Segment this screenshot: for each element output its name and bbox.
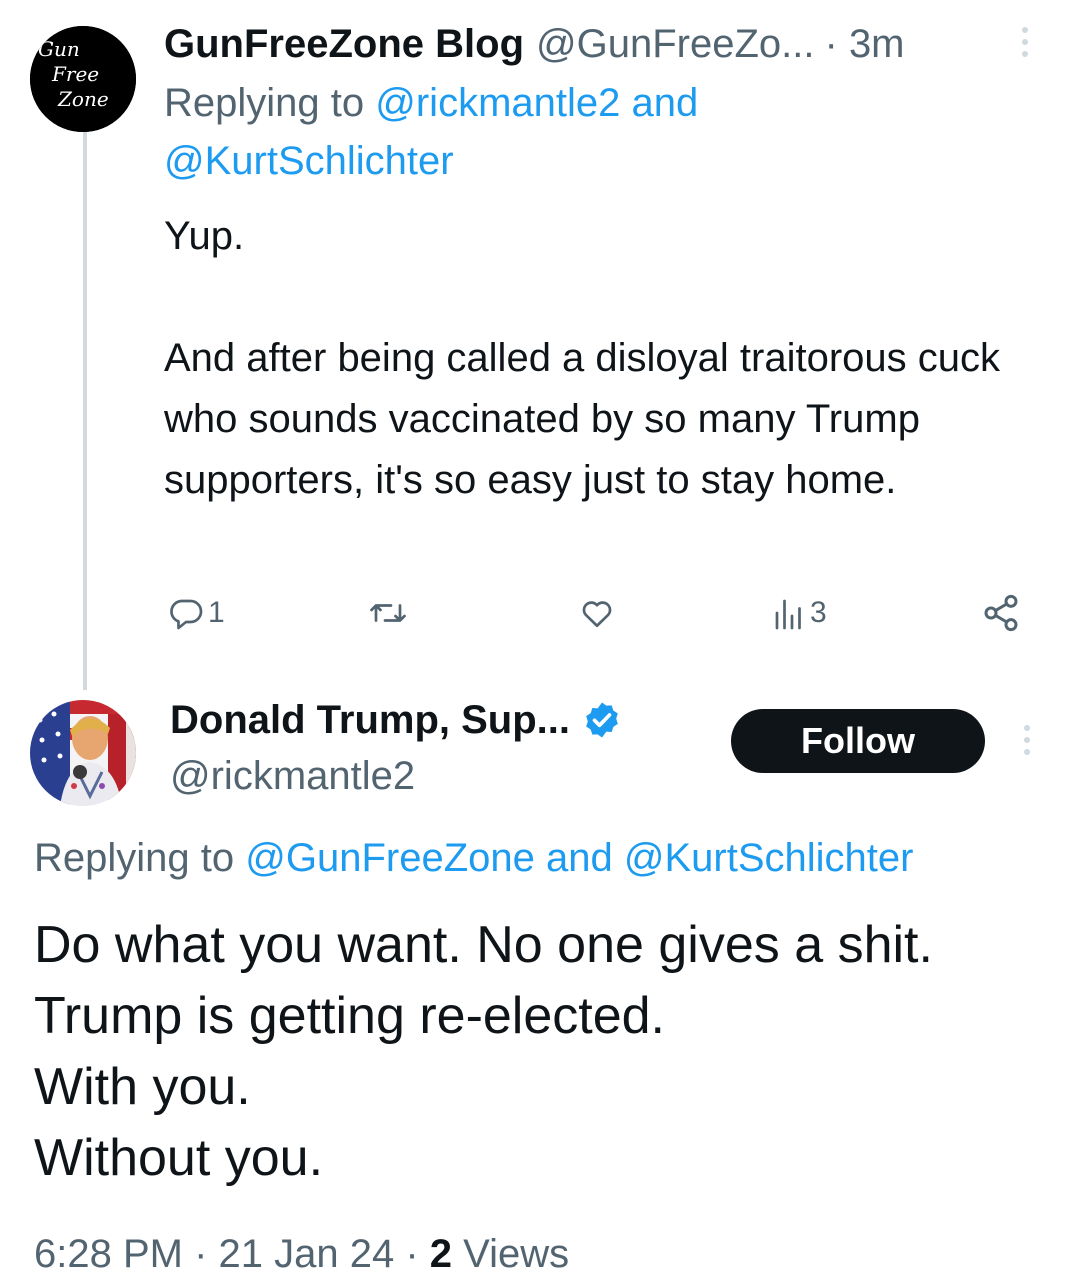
- author-handle[interactable]: @rickmantle2: [170, 748, 415, 804]
- tweet2-line-1: Do what you want. No one gives a shit.: [34, 916, 933, 974]
- author-handle[interactable]: @GunFreeZo...: [536, 22, 814, 67]
- follow-button[interactable]: Follow: [731, 709, 985, 773]
- author-name[interactable]: Donald Trump, Sup...: [170, 698, 570, 743]
- views-icon: [775, 599, 801, 630]
- avatar-rickmantle2[interactable]: [30, 700, 136, 806]
- replying-to: Replying to @rickmantle2 and @KurtSchlic…: [164, 74, 1034, 190]
- separator-dot: ·: [824, 21, 838, 66]
- tweet2-name-row: Donald Trump, Sup...: [170, 690, 622, 750]
- replying-to-label: Replying to: [164, 81, 365, 125]
- tweet2-line-3: With you.: [34, 1058, 251, 1116]
- tweet1-text: Yup. And after being called a disloyal t…: [164, 206, 1054, 511]
- more-icon[interactable]: [1014, 22, 1036, 62]
- tweet2-text: Do what you want. No one gives a shit. T…: [34, 910, 1064, 1194]
- reply-button[interactable]: 1: [168, 590, 225, 636]
- post-time[interactable]: 6:28 PM: [34, 1232, 183, 1276]
- mention-kurtschlichter[interactable]: @KurtSchlichter: [624, 836, 914, 880]
- tweet1-line-1: Yup.: [164, 214, 245, 258]
- views-count: 2: [429, 1232, 453, 1276]
- views-button[interactable]: 3: [772, 590, 827, 636]
- tweet2-line-4: Without you.: [34, 1129, 324, 1187]
- mention-kurtschlichter[interactable]: @KurtSchlichter: [164, 139, 454, 183]
- tweet2-metadata: 6:28 PM · 21 Jan 24 · 2 Views: [34, 1232, 570, 1276]
- tweet1-paragraph-2: And after being called a disloyal traito…: [164, 336, 1001, 502]
- like-button[interactable]: [578, 590, 616, 636]
- verified-badge-icon: [586, 702, 618, 738]
- gunfreezone-logo: Gun Free Zone: [30, 26, 136, 132]
- author-name[interactable]: GunFreeZone Blog: [164, 22, 524, 67]
- replying-to-label: Replying to: [34, 836, 235, 880]
- thread-connector-line: [83, 130, 87, 690]
- mention-and: and: [546, 836, 613, 880]
- timestamp[interactable]: · 3m: [824, 22, 904, 67]
- mention-rickmantle2[interactable]: @rickmantle2: [375, 81, 620, 125]
- retweet-icon: [370, 604, 406, 622]
- reply-count: 1: [208, 596, 225, 629]
- share-button[interactable]: [980, 590, 1022, 636]
- tweet1-header: GunFreeZone Blog @GunFreeZo... · 3m: [164, 14, 1044, 74]
- retweet-button[interactable]: [368, 590, 408, 636]
- views-count: 3: [810, 596, 827, 629]
- views-label: Views: [463, 1232, 570, 1276]
- mention-and: and: [631, 81, 699, 125]
- avatar-text-1: Gun: [38, 37, 80, 61]
- reply-icon: [170, 599, 203, 630]
- tweet2-line-2: Trump is getting re-elected.: [34, 987, 666, 1045]
- mention-gunfreezone[interactable]: @GunFreeZone: [245, 836, 535, 880]
- profile-photo: [30, 700, 136, 806]
- replying-to: Replying to @GunFreeZone and @KurtSchlic…: [34, 830, 1074, 886]
- more-icon[interactable]: [1016, 720, 1038, 760]
- avatar-text-3: Zone: [57, 87, 109, 111]
- like-icon: [582, 601, 612, 628]
- share-icon: [984, 594, 1018, 632]
- post-date[interactable]: 21 Jan 24: [219, 1232, 395, 1276]
- avatar-text-2: Free: [51, 62, 99, 86]
- time-text: 3m: [848, 21, 905, 66]
- avatar-gunfreezone[interactable]: Gun Free Zone: [30, 26, 136, 132]
